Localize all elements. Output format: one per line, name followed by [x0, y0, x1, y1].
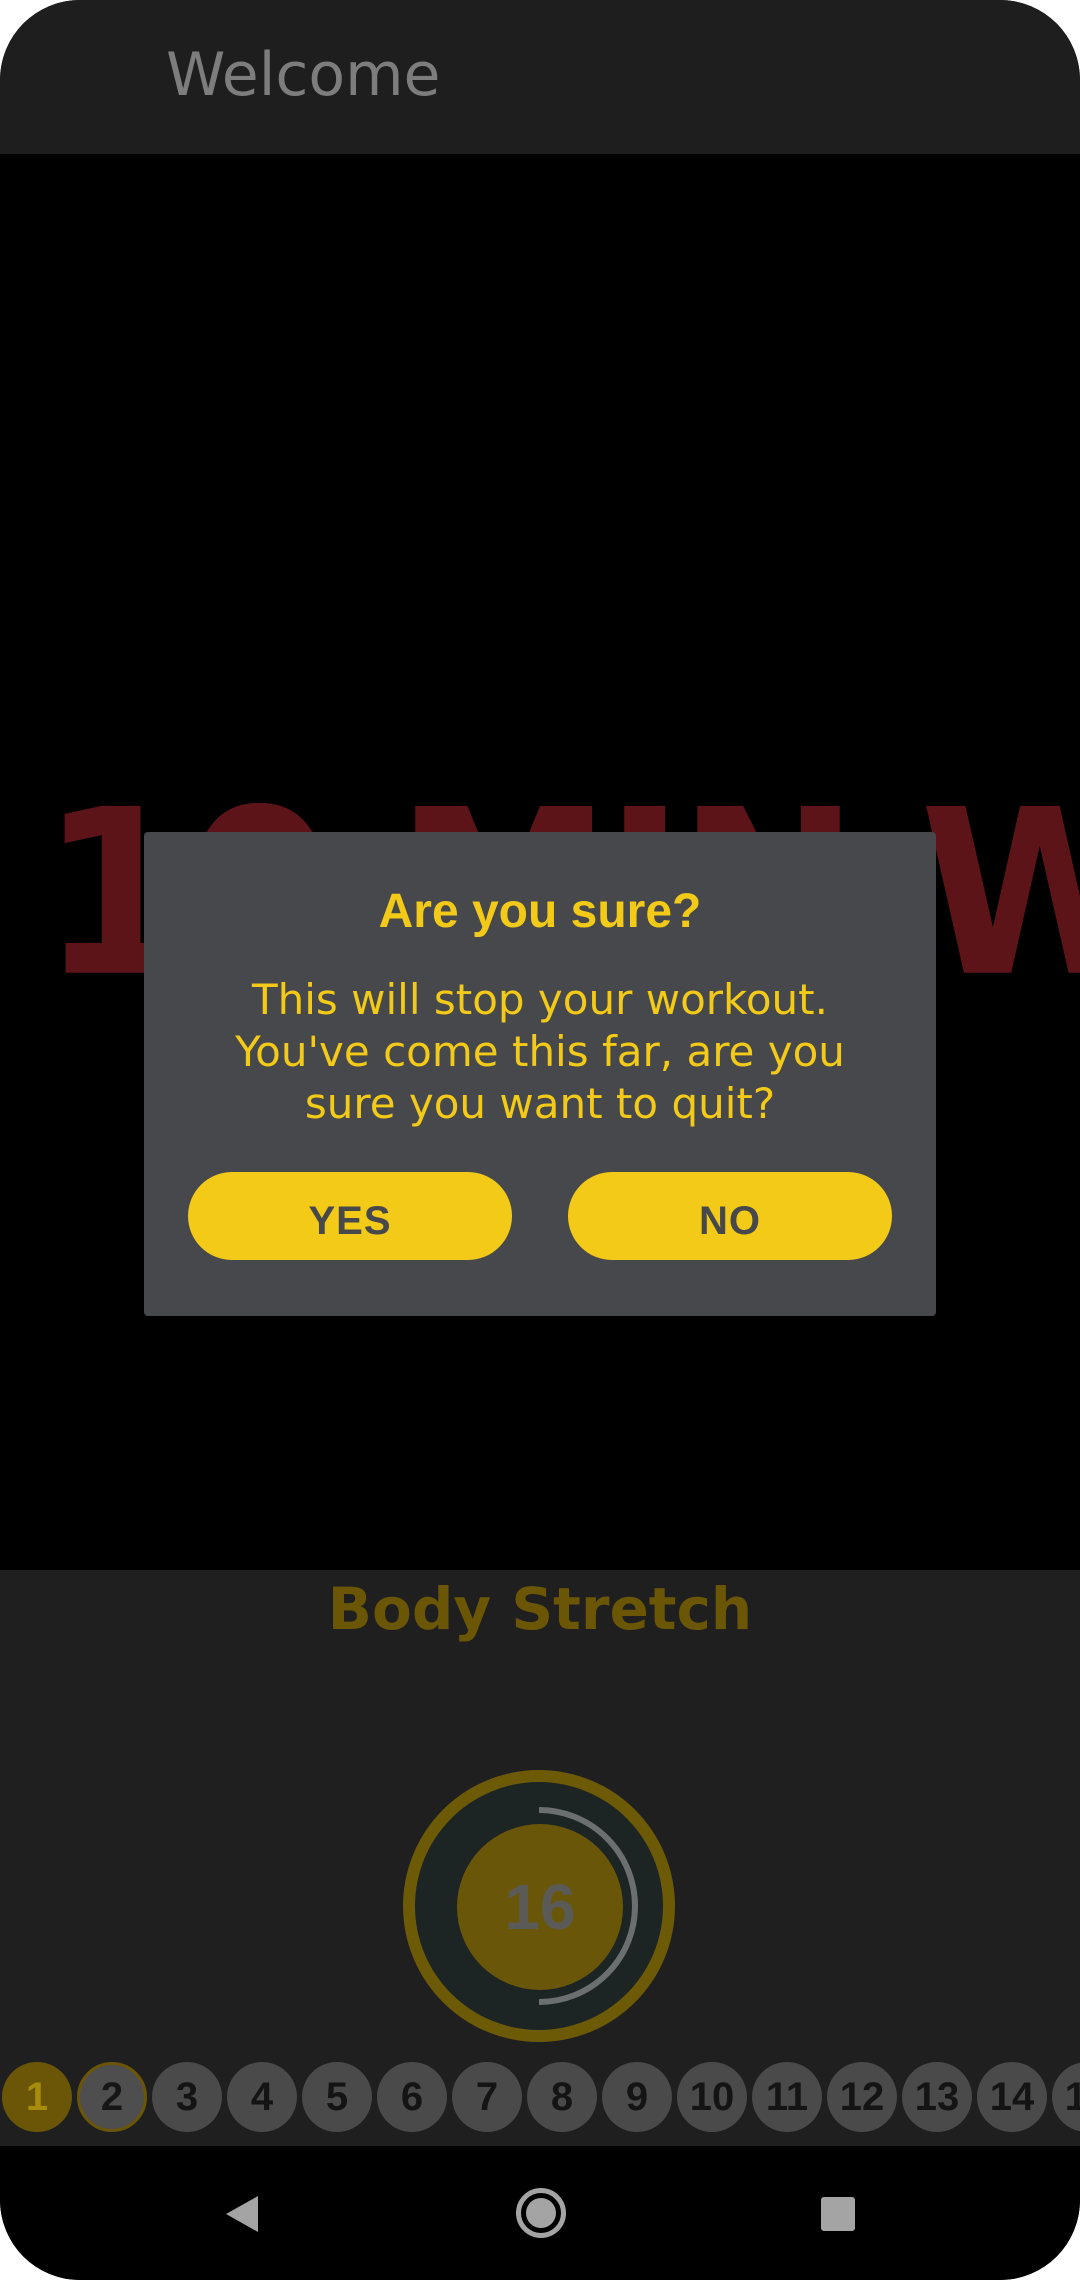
dialog-message: This will stop your workout. You've come…	[235, 975, 845, 1128]
step-indicator: 13	[902, 2062, 972, 2132]
step-indicator: 15	[1052, 2062, 1080, 2132]
confirm-dialog: Are you sure? This will stop your workou…	[144, 832, 936, 1316]
app-title: Welcome	[166, 40, 441, 110]
exercise-steps: 123456789101112131415	[0, 2062, 1080, 2134]
step-indicator: 14	[977, 2062, 1047, 2132]
step-indicator: 2	[77, 2062, 147, 2132]
no-button[interactable]: NO	[568, 1172, 892, 1260]
dialog-title: Are you sure?	[378, 885, 702, 938]
step-indicator: 9	[602, 2062, 672, 2132]
timer-value: 16	[457, 1824, 623, 1990]
step-indicator: 12	[827, 2062, 897, 2132]
home-icon[interactable]	[516, 2188, 566, 2238]
step-indicator: 11	[752, 2062, 822, 2132]
step-indicator: 7	[452, 2062, 522, 2132]
step-indicator: 6	[377, 2062, 447, 2132]
step-indicator: 5	[302, 2062, 372, 2132]
back-icon[interactable]	[226, 2196, 258, 2232]
step-indicator: 3	[152, 2062, 222, 2132]
exercise-name: Body Stretch	[327, 1575, 753, 1643]
step-indicator: 8	[527, 2062, 597, 2132]
step-indicator: 1	[2, 2062, 72, 2132]
yes-button[interactable]: YES	[188, 1172, 512, 1260]
phone-screen: Welcome 10 MIN WORKOUT Body Stretch 16 1…	[0, 0, 1080, 2280]
recent-apps-icon[interactable]	[821, 2197, 855, 2231]
step-indicator: 10	[677, 2062, 747, 2132]
app-bar: Welcome	[0, 0, 1080, 154]
step-indicator: 4	[227, 2062, 297, 2132]
